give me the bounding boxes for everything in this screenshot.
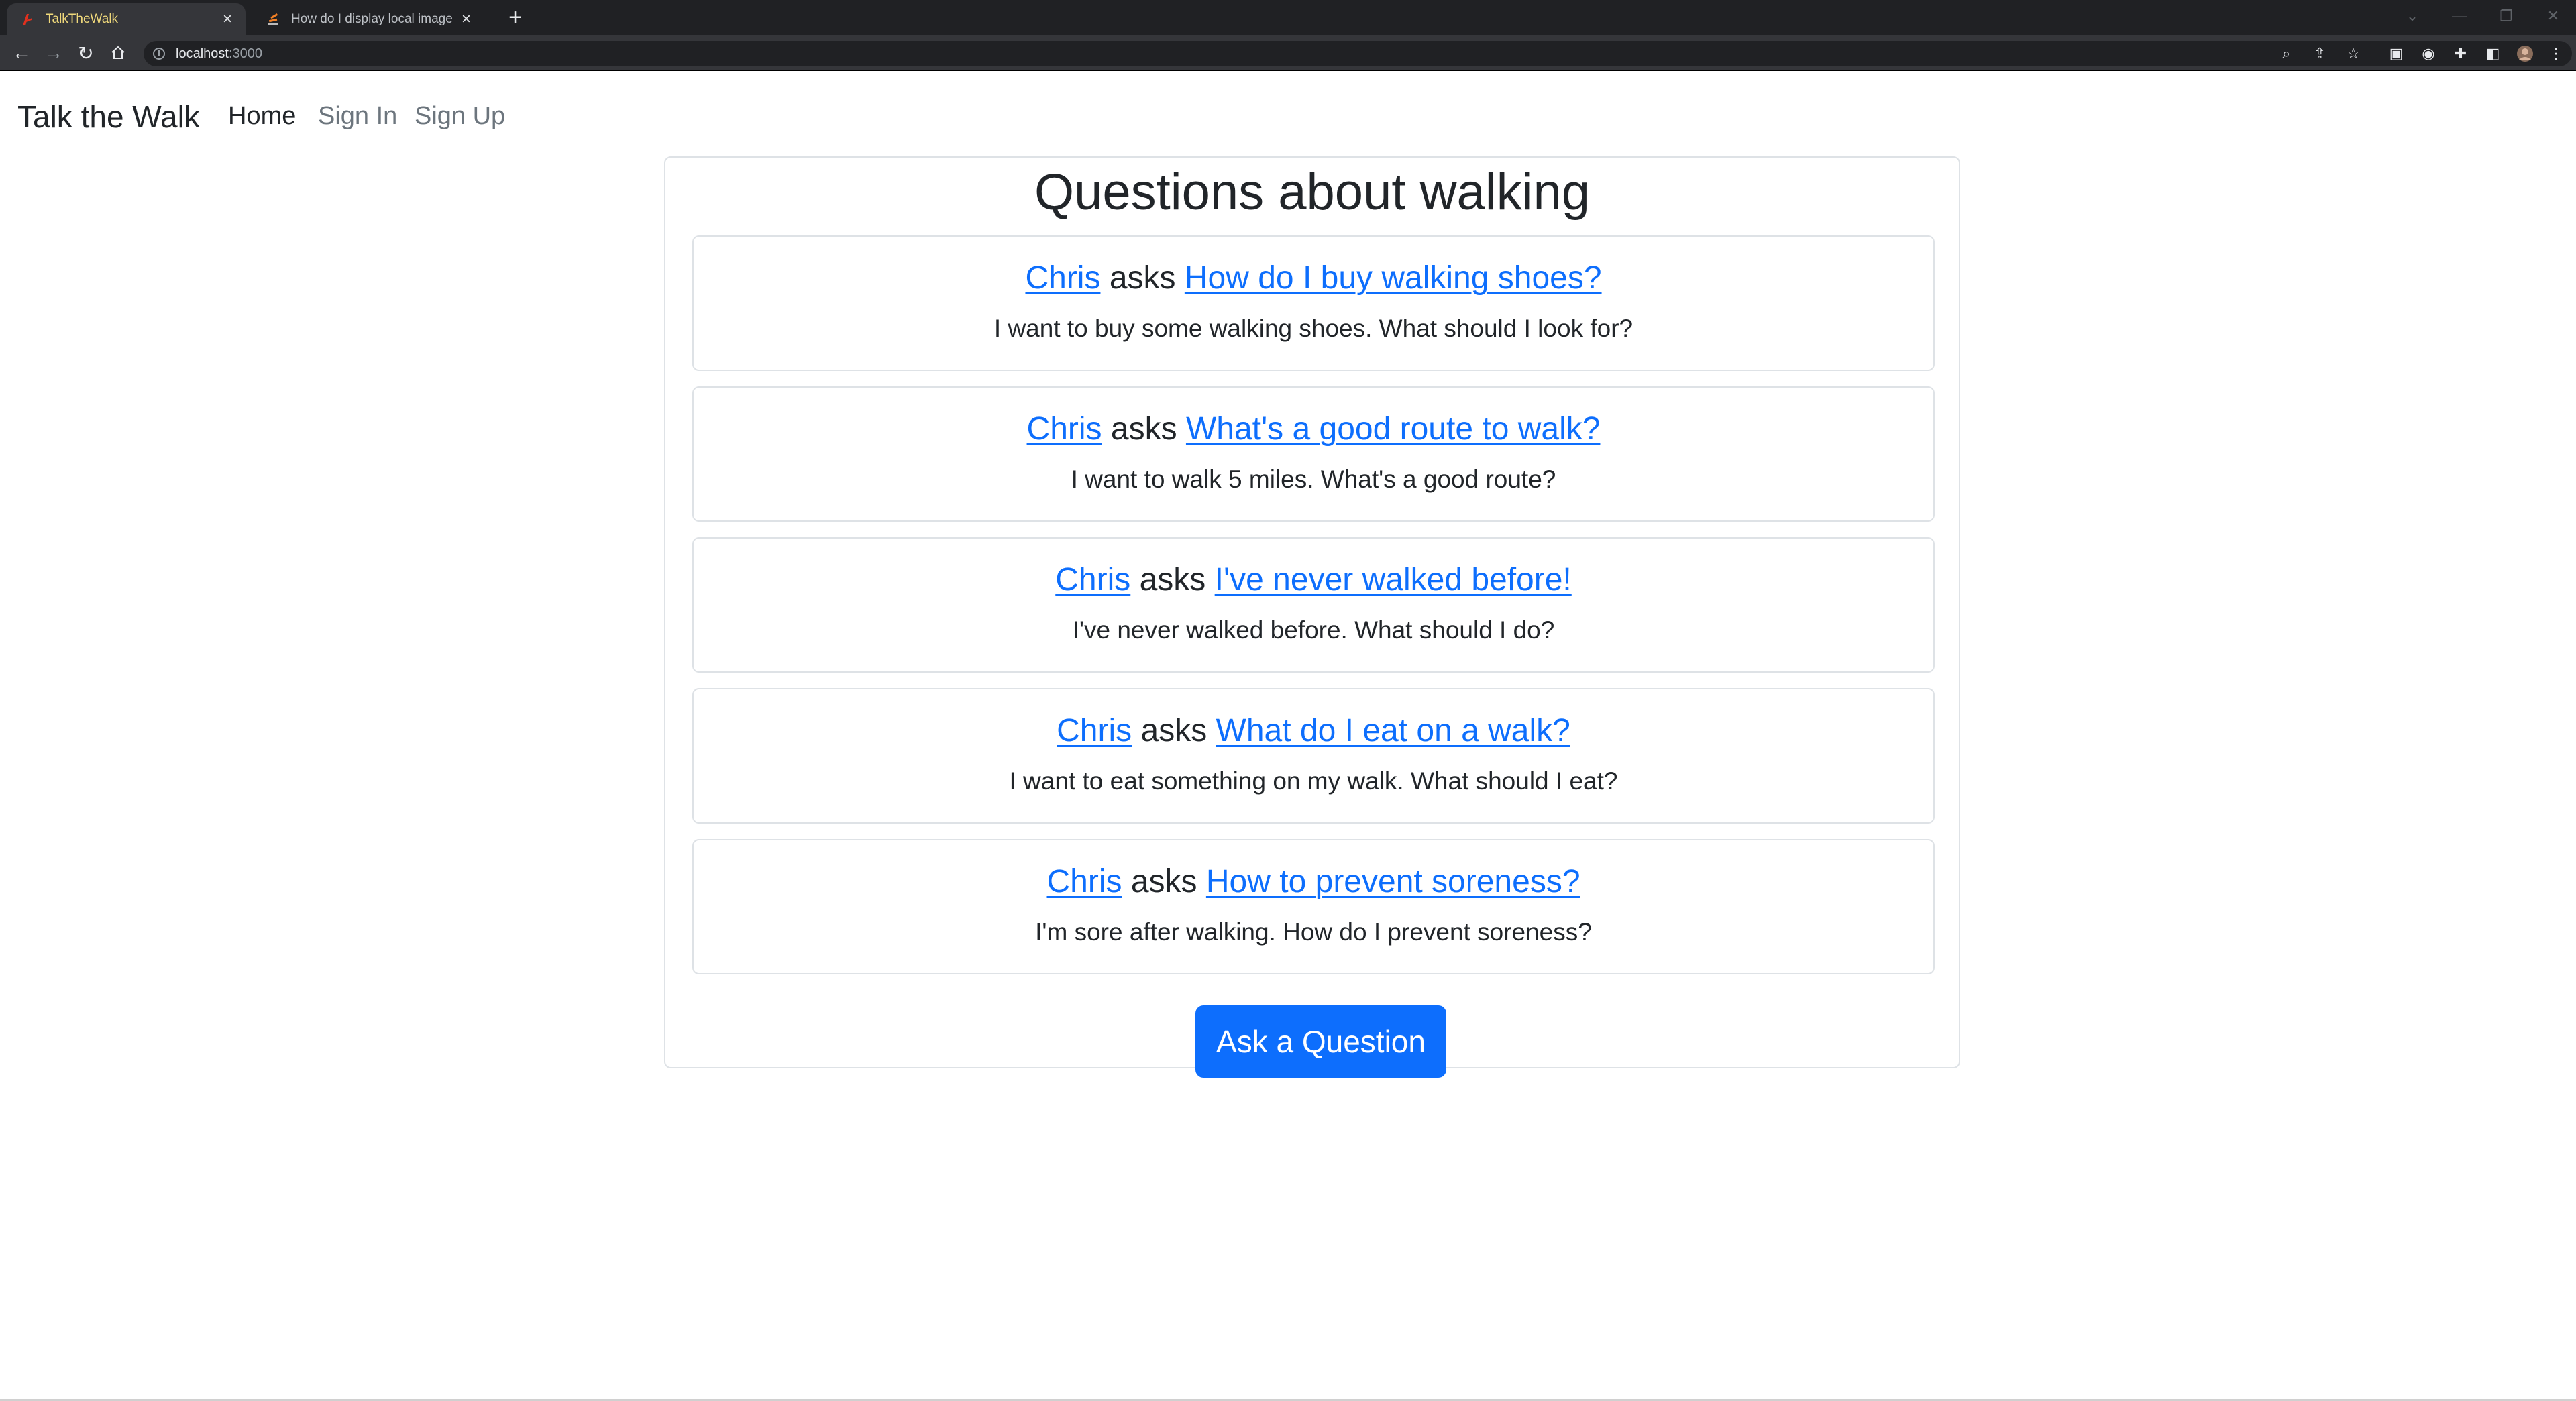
- question-card: Chris asks What do I eat on a walk? I wa…: [692, 688, 1935, 824]
- restore-icon[interactable]: ❐: [2493, 3, 2520, 30]
- question-heading: Chris asks What do I eat on a walk?: [694, 712, 1933, 749]
- questions-container: Questions about walking Chris asks How d…: [664, 156, 1960, 1078]
- home-icon[interactable]: [105, 40, 131, 66]
- url-text: localhost:3000: [176, 46, 262, 61]
- bookmark-star-icon[interactable]: ☆: [2344, 44, 2363, 63]
- author-link[interactable]: Chris: [1046, 864, 1122, 899]
- extension-globe-icon[interactable]: ◉: [2419, 44, 2438, 63]
- question-title-link[interactable]: I've never walked before!: [1215, 562, 1572, 598]
- asks-label: asks: [1110, 411, 1177, 447]
- reload-icon[interactable]: ↻: [72, 40, 99, 66]
- asks-label: asks: [1109, 260, 1176, 296]
- question-card: Chris asks I've never walked before! I'v…: [692, 537, 1935, 673]
- question-body: I want to walk 5 miles. What's a good ro…: [1071, 465, 1556, 493]
- tab-title: TalkTheWalk: [46, 11, 119, 26]
- question-heading: Chris asks What's a good route to walk?: [694, 410, 1933, 447]
- zoom-icon[interactable]: ⌕: [2277, 44, 2296, 63]
- question-body: I'm sore after walking. How do I prevent…: [1035, 918, 1592, 946]
- extensions-puzzle-icon[interactable]: ✚: [2451, 44, 2470, 63]
- browser-toolbar: ← → ↻ localhost:3000 ⌕ ⇪ ☆ ▣ ◉ ✚ ◧ ⋮: [0, 35, 2576, 71]
- question-card: Chris asks How to prevent soreness? I'm …: [692, 839, 1935, 974]
- extension-icon[interactable]: ▣: [2387, 44, 2406, 63]
- menu-kebab-icon[interactable]: ⋮: [2546, 44, 2565, 63]
- question-title-link[interactable]: How to prevent soreness?: [1206, 864, 1580, 899]
- tab-search-icon[interactable]: ⌄: [2399, 3, 2426, 30]
- question-heading: Chris asks How do I buy walking shoes?: [694, 260, 1933, 296]
- author-link[interactable]: Chris: [1055, 562, 1130, 598]
- new-tab-icon[interactable]: +: [502, 4, 529, 31]
- back-icon[interactable]: ←: [8, 40, 35, 66]
- question-heading: Chris asks I've never walked before!: [694, 561, 1933, 598]
- author-link[interactable]: Chris: [1025, 260, 1100, 296]
- ask-question-button[interactable]: Ask a Question: [1195, 1005, 1446, 1078]
- address-bar[interactable]: localhost:3000: [144, 41, 2572, 66]
- page-title: Questions about walking: [1034, 164, 1591, 221]
- site-navbar: Talk the Walk Home Sign In Sign Up: [0, 72, 2576, 159]
- question-body: I want to buy some walking shoes. What s…: [994, 315, 1633, 342]
- nav-signup-link[interactable]: Sign Up: [415, 102, 505, 131]
- browser-tab-bar: TalkTheWalk × How do I display local ima…: [0, 0, 2576, 35]
- brand-link[interactable]: Talk the Walk: [17, 99, 200, 135]
- tab-stackoverflow[interactable]: How do I display local image in ... ×: [252, 3, 484, 35]
- page: Talk the Walk Home Sign In Sign Up Quest…: [0, 72, 2576, 1401]
- author-link[interactable]: Chris: [1057, 713, 1132, 748]
- question-body: I want to eat something on my walk. What…: [1009, 767, 1618, 795]
- question-title-link[interactable]: How do I buy walking shoes?: [1185, 260, 1602, 296]
- stackoverflow-favicon-icon: [264, 11, 282, 28]
- app-favicon-icon: [19, 11, 36, 28]
- site-info-icon[interactable]: [150, 45, 168, 62]
- close-tab-icon[interactable]: ×: [456, 9, 476, 30]
- nav-home-link[interactable]: Home: [228, 102, 296, 131]
- share-icon[interactable]: ⇪: [2310, 44, 2329, 63]
- minimize-icon[interactable]: —: [2446, 3, 2473, 30]
- question-card: Chris asks What's a good route to walk? …: [692, 386, 1935, 522]
- question-body: I've never walked before. What should I …: [1072, 616, 1555, 644]
- close-tab-icon[interactable]: ×: [217, 9, 237, 30]
- question-title-link[interactable]: What do I eat on a walk?: [1216, 713, 1570, 748]
- question-title-link[interactable]: What's a good route to walk?: [1186, 411, 1601, 447]
- tab-talkthewalk[interactable]: TalkTheWalk ×: [7, 3, 246, 35]
- author-link[interactable]: Chris: [1027, 411, 1102, 447]
- side-panel-icon[interactable]: ◧: [2483, 44, 2502, 63]
- question-heading: Chris asks How to prevent soreness?: [694, 863, 1933, 900]
- nav-signin-link[interactable]: Sign In: [318, 102, 397, 131]
- asks-label: asks: [1130, 864, 1197, 899]
- profile-avatar-icon[interactable]: [2516, 44, 2534, 63]
- asks-label: asks: [1140, 713, 1208, 748]
- forward-icon[interactable]: →: [40, 40, 67, 66]
- question-card: Chris asks How do I buy walking shoes? I…: [692, 235, 1935, 371]
- close-window-icon[interactable]: ✕: [2540, 3, 2567, 30]
- tab-title: How do I display local image in ...: [291, 11, 456, 26]
- asks-label: asks: [1139, 562, 1206, 598]
